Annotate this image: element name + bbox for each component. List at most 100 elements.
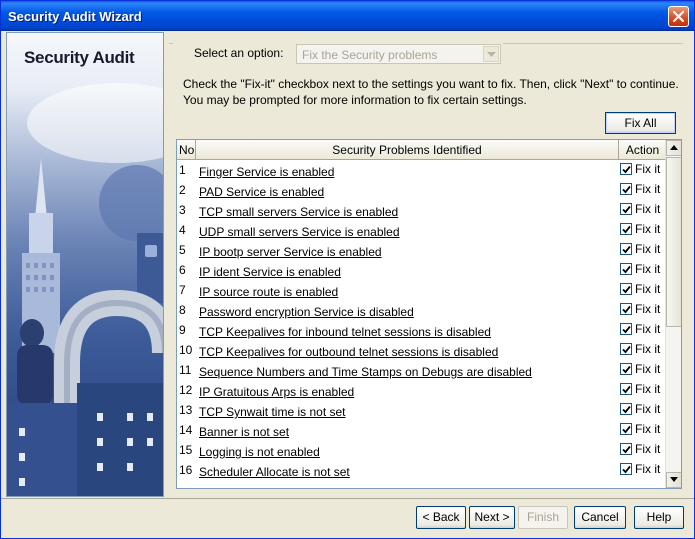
problem-link[interactable]: TCP Keepalives for inbound telnet sessio… (199, 325, 491, 339)
dropdown-arrow[interactable] (483, 46, 499, 62)
checkmark-icon (622, 285, 631, 294)
problem-link[interactable]: Password encryption Service is disabled (199, 305, 414, 319)
back-button[interactable]: < Back (416, 506, 466, 529)
problem-link[interactable]: TCP Keepalives for outbound telnet sessi… (199, 345, 498, 359)
fix-it-label: Fix it (635, 422, 661, 436)
table-row[interactable]: 6 IP ident Service is enabled Fix it (177, 260, 667, 280)
table-row[interactable]: 16 Scheduler Allocate is not set Fix it (177, 460, 667, 480)
title-bar[interactable]: Security Audit Wizard (1, 1, 694, 31)
fix-it-action[interactable]: Fix it (620, 402, 666, 417)
fix-it-action[interactable]: Fix it (620, 302, 666, 317)
fix-it-checkbox[interactable] (620, 403, 632, 415)
column-header-problem[interactable]: Security Problems Identified (196, 140, 619, 160)
fix-it-action[interactable]: Fix it (620, 242, 666, 257)
problem-link[interactable]: UDP small servers Service is enabled (199, 225, 400, 239)
fix-it-action[interactable]: Fix it (620, 382, 666, 397)
table-row[interactable]: 11 Sequence Numbers and Time Stamps on De… (177, 360, 667, 380)
scroll-up-button[interactable] (666, 140, 681, 156)
problem-link[interactable]: Scheduler Allocate is not set (199, 465, 350, 479)
table-row[interactable]: 14 Banner is not set Fix it (177, 420, 667, 440)
fix-it-label: Fix it (635, 282, 661, 296)
close-icon (673, 11, 684, 22)
problem-link[interactable]: IP Gratuitous Arps is enabled (199, 385, 354, 399)
table-row[interactable]: 13 TCP Synwait time is not set Fix it (177, 400, 667, 420)
problem-link[interactable]: IP source route is enabled (199, 285, 338, 299)
fix-it-label: Fix it (635, 442, 661, 456)
fix-it-checkbox[interactable] (620, 203, 632, 215)
fix-it-checkbox[interactable] (620, 243, 632, 255)
fix-it-checkbox[interactable] (620, 443, 632, 455)
security-audit-wizard-window: Security Audit Wizard Security Audit Sel… (0, 0, 695, 539)
fix-all-button[interactable]: Fix All (605, 112, 676, 134)
fix-it-action[interactable]: Fix it (620, 262, 666, 277)
cancel-button[interactable]: Cancel (574, 506, 626, 529)
table-row[interactable]: 15 Logging is not enabled Fix it (177, 440, 667, 460)
fix-it-checkbox[interactable] (620, 323, 632, 335)
problem-link[interactable]: Banner is not set (199, 425, 289, 439)
table-row[interactable]: 8 Password encryption Service is disabled… (177, 300, 667, 320)
problem-link[interactable]: Finger Service is enabled (199, 165, 334, 179)
finish-button[interactable]: Finish (518, 506, 568, 529)
close-button[interactable] (668, 6, 689, 27)
fix-it-checkbox[interactable] (620, 423, 632, 435)
table-row[interactable]: 4 UDP small servers Service is enabled Fix… (177, 220, 667, 240)
fix-it-action[interactable]: Fix it (620, 422, 666, 437)
table-row[interactable]: 1 Finger Service is enabled Fix it (177, 160, 667, 180)
table-row[interactable]: 3 TCP small servers Service is enabled Fix… (177, 200, 667, 220)
fix-it-checkbox[interactable] (620, 463, 632, 475)
row-number: 6 (179, 263, 186, 277)
fix-it-label: Fix it (635, 202, 661, 216)
row-number: 9 (179, 323, 186, 337)
fix-it-checkbox[interactable] (620, 383, 632, 395)
checkmark-icon (622, 445, 631, 454)
problem-link[interactable]: PAD Service is enabled (199, 185, 324, 199)
table-row[interactable]: 10 TCP Keepalives for outbound telnet ses… (177, 340, 667, 360)
problem-link[interactable]: Sequence Numbers and Time Stamps on Debu… (199, 365, 532, 379)
help-button[interactable]: Help (634, 506, 684, 529)
fix-it-checkbox[interactable] (620, 283, 632, 295)
problem-link[interactable]: TCP small servers Service is enabled (199, 205, 398, 219)
table-row[interactable]: 5 IP bootp server Service is enabled Fix i… (177, 240, 667, 260)
table-row[interactable]: 7 IP source route is enabled Fix it (177, 280, 667, 300)
vertical-scrollbar[interactable] (665, 140, 681, 488)
column-header-no[interactable]: No (177, 140, 196, 160)
option-group-divider-right (503, 43, 683, 44)
fix-it-label: Fix it (635, 362, 661, 376)
fix-it-action[interactable]: Fix it (620, 222, 666, 237)
problem-link[interactable]: IP bootp server Service is enabled (199, 245, 382, 259)
fix-it-action[interactable]: Fix it (620, 442, 666, 457)
select-option-label: Select an option: (194, 46, 284, 60)
fix-it-action[interactable]: Fix it (620, 202, 666, 217)
option-dropdown[interactable]: Fix the Security problems (296, 44, 501, 64)
fix-it-checkbox[interactable] (620, 363, 632, 375)
table-row[interactable]: 2 PAD Service is enabled Fix it (177, 180, 667, 200)
fix-it-action[interactable]: Fix it (620, 342, 666, 357)
fix-it-checkbox[interactable] (620, 223, 632, 235)
fix-it-action[interactable]: Fix it (620, 362, 666, 377)
table-row[interactable]: 12 IP Gratuitous Arps is enabled Fix it (177, 380, 667, 400)
fix-it-action[interactable]: Fix it (620, 462, 666, 477)
problem-link[interactable]: TCP Synwait time is not set (199, 405, 346, 419)
scrollbar-thumb[interactable] (666, 157, 681, 327)
problem-link[interactable]: IP ident Service is enabled (199, 265, 341, 279)
fix-it-checkbox[interactable] (620, 263, 632, 275)
wizard-side-banner: Security Audit (6, 32, 164, 497)
fix-it-action[interactable]: Fix it (620, 282, 666, 297)
fix-it-checkbox[interactable] (620, 163, 632, 175)
fix-it-checkbox[interactable] (620, 183, 632, 195)
next-button[interactable]: Next > (469, 506, 515, 529)
column-header-action[interactable]: Action (619, 140, 667, 160)
fix-it-action[interactable]: Fix it (620, 182, 666, 197)
problem-link[interactable]: Logging is not enabled (199, 445, 320, 459)
checkmark-icon (622, 405, 631, 414)
scroll-down-button[interactable] (666, 472, 681, 488)
fix-it-label: Fix it (635, 242, 661, 256)
fix-it-checkbox[interactable] (620, 303, 632, 315)
fix-it-label: Fix it (635, 302, 661, 316)
fix-it-checkbox[interactable] (620, 343, 632, 355)
window-title: Security Audit Wizard (8, 9, 142, 24)
fix-it-action[interactable]: Fix it (620, 162, 666, 177)
table-row[interactable]: 9 TCP Keepalives for inbound telnet sessi… (177, 320, 667, 340)
footer-divider (1, 498, 694, 499)
fix-it-action[interactable]: Fix it (620, 322, 666, 337)
